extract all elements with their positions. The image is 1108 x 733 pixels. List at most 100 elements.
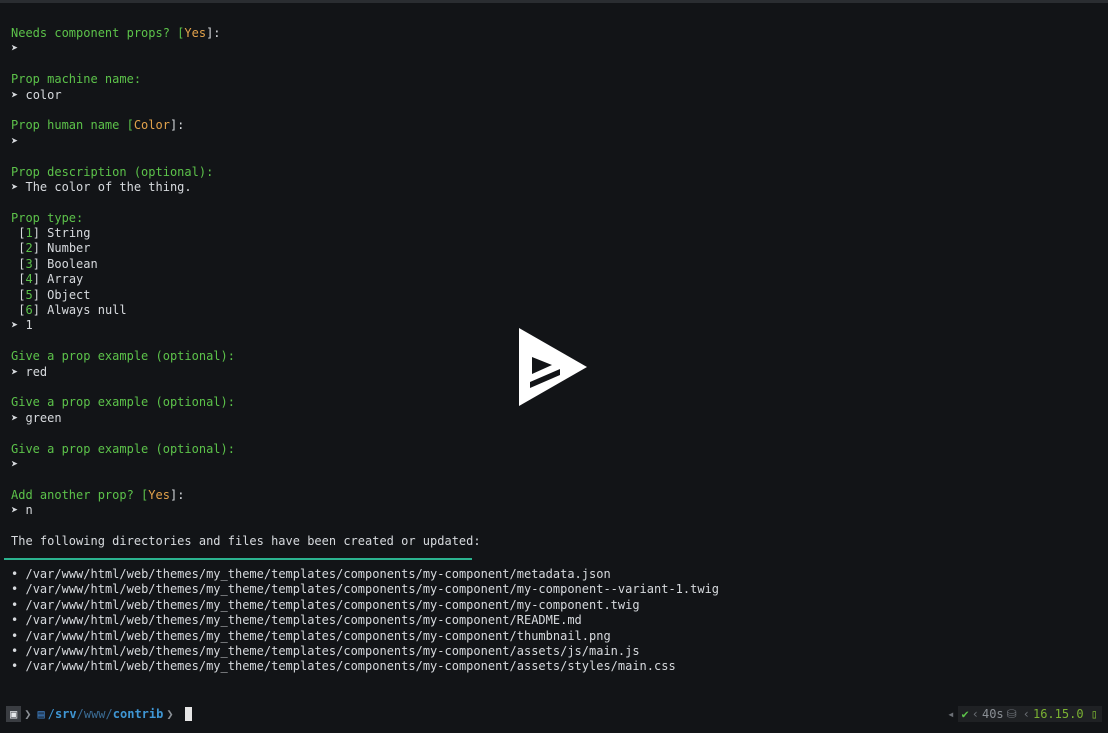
prop-type-option: [2] Number [11,241,1108,256]
status-bar-right: ◂ ✔ ‹ 40s ⛁ ‹ 16.15.0 ▯ [944,706,1102,722]
option-bracket-open: [ [11,303,26,318]
file-path: /var/www/html/web/themes/my_theme/templa… [25,613,582,628]
play-icon[interactable] [518,327,588,407]
file-row: • /var/www/html/web/themes/my_theme/temp… [11,659,719,674]
prop-type-option: [5] Object [11,288,1108,303]
terminal-icon: ▣ [6,706,22,722]
prop-type-option: [4] Array [11,272,1108,287]
summary-separator [4,558,472,560]
prompt-text: Give a prop example (optional): [11,395,235,410]
option-label: Number [47,241,91,256]
prompt-text: Prop machine name: [11,72,142,87]
path-srv: srv [54,707,77,721]
answer-line: ➤ The color of the thing. [11,180,1108,195]
option-bracket-open: [ [11,272,26,287]
option-label: String [47,226,91,241]
option-label: Array [47,272,84,287]
path-slash-1: / [76,707,84,721]
file-row: • /var/www/html/web/themes/my_theme/temp… [11,613,719,628]
prop-type-option: [3] Boolean [11,257,1108,272]
status-divider-icon: ‹ [971,707,979,721]
node-version: 16.15.0 [1032,707,1084,721]
prompt-text: Prop description (optional): [11,164,214,179]
option-bracket-close: ] [32,241,48,256]
status-left-cap-icon: ◂ [947,707,955,721]
file-path: /var/www/html/web/themes/my_theme/templa… [25,582,720,597]
prompt-line: Prop type: [11,211,1108,226]
window-top-border [0,0,1108,3]
option-bracket-close: ] [32,272,48,287]
option-number: 6 [25,303,33,318]
option-bracket-close: ] [32,303,48,318]
answer-line: ➤ green [11,411,1108,426]
option-bracket-close: ] [32,256,48,271]
prompt-text: Yes [184,26,207,40]
prompt-text: ]: [206,26,221,40]
prompt-text: Color [133,118,170,133]
file-row: • /var/www/html/web/themes/my_theme/temp… [11,582,719,597]
prompt-line: Prop human name [Color]: [11,118,1108,133]
prompt-text: Prop human name [ [11,118,134,133]
disk-icon: ⛁ [1006,707,1017,721]
answer-space [18,134,25,148]
node-icon: ▯ [1083,707,1098,721]
created-files-list: • /var/www/html/web/themes/my_theme/temp… [11,567,719,675]
option-bracket-open: [ [11,287,26,302]
option-number: 3 [25,256,33,271]
text-cursor[interactable] [184,707,192,721]
answer-text: red [25,364,48,379]
answer-line: ➤ [11,134,1108,149]
option-label: Always null [47,303,127,318]
option-number: 4 [25,272,33,287]
answer-text: n [25,503,33,518]
answer-line: ➤ n [11,503,1108,518]
status-segment: ✔ ‹ 40s ⛁ ‹ 16.15.0 ▯ [957,706,1102,722]
path-www: www [83,707,106,721]
file-row: • /var/www/html/web/themes/my_theme/temp… [11,567,719,582]
answer-space [18,41,25,55]
prompt-text: Add another prop? [ [11,487,149,502]
file-path: /var/www/html/web/themes/my_theme/templa… [25,643,640,658]
chevron-right-icon: ❯ [24,707,32,721]
shell-prompt: ▣ ❯ ▤ / srv / www / contrib ❯ [6,706,192,722]
prompt-line: Prop machine name: [11,72,1108,87]
option-label: Object [47,287,91,302]
option-bracket-close: ] [32,287,48,302]
answer-space [18,457,25,471]
answer-text: color [25,87,62,102]
file-row: • /var/www/html/web/themes/my_theme/temp… [11,629,719,644]
file-path: /var/www/html/web/themes/my_theme/templa… [25,659,676,674]
answer-line: ➤ color [11,88,1108,103]
option-bracket-open: [ [11,256,26,271]
option-bracket-open: [ [11,241,26,256]
file-row: • /var/www/html/web/themes/my_theme/temp… [11,644,719,659]
answer-text: The color of the thing. [25,179,192,194]
prop-type-option: [1] String [11,226,1108,241]
summary-heading: The following directories and files have… [11,533,481,548]
prop-type-option: [6] Always null [11,303,1108,318]
file-path: /var/www/html/web/themes/my_theme/templa… [25,567,611,581]
terminal-output: Needs component props? [Yes]: ➤ Prop mach… [11,26,1108,549]
file-row: • /var/www/html/web/themes/my_theme/temp… [11,598,719,613]
file-path: /var/www/html/web/themes/my_theme/templa… [25,597,640,612]
path-slash-2: / [105,707,113,721]
option-bracket-close: ] [32,226,48,241]
path-root: / [47,707,55,721]
option-bracket-open: [ [11,226,26,241]
success-check-icon: ✔ [961,707,969,721]
prompt-line: Needs component props? [Yes]: [11,26,1108,41]
prompt-line: Prop description (optional): [11,165,1108,180]
prompt-text: Yes [148,487,170,502]
prompt-text: Needs component props? [ [11,26,185,40]
answer-text: green [25,410,62,425]
answer-text: 1 [25,318,33,333]
status-divider-icon-2: ‹ [1022,707,1030,721]
option-number: 5 [25,287,33,302]
